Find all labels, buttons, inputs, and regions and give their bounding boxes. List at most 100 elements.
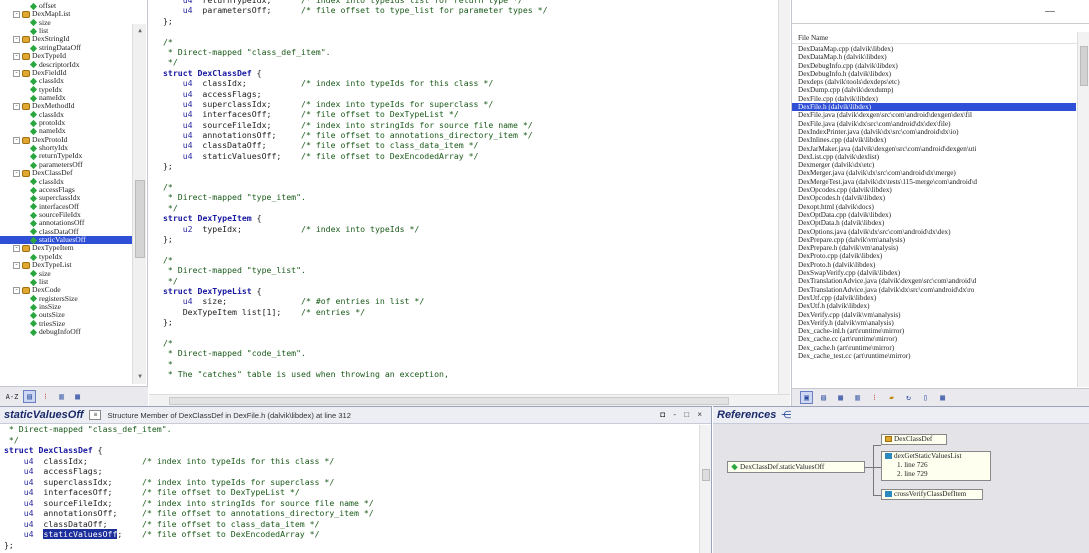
collapse-icon[interactable]: - <box>13 136 20 144</box>
code-line[interactable]: u4 staticValuesOff; /* file offset to De… <box>163 151 773 161</box>
context-code-line[interactable]: struct DexClassDef { <box>4 445 694 456</box>
code-editor[interactable]: u4 returnTypeIdx; /* index into typeIds … <box>149 0 790 406</box>
tree-scroll-thumb[interactable] <box>135 180 145 258</box>
code-line[interactable]: /* <box>163 338 773 348</box>
file-list-item[interactable]: DexVerify.cpp (dalvik\vm\analysis) <box>792 311 1076 319</box>
file-list-item[interactable]: DexOptData.h (dalvik\libdex) <box>792 219 1076 227</box>
file-list-item[interactable]: DexSwapVerify.cpp (dalvik\libdex) <box>792 269 1076 277</box>
file-list-item[interactable]: DexProto.cpp (dalvik\libdex) <box>792 252 1076 260</box>
file-list-item[interactable]: Dex_cache.h (art\runtime\mirror) <box>792 344 1076 352</box>
tree-node-struct[interactable]: - DexClassDef <box>0 169 132 178</box>
code-line[interactable]: u2 typeIdx; /* index into typeIds */ <box>163 224 773 234</box>
tree-node-member[interactable]: list <box>0 277 132 286</box>
context-code-line[interactable]: u4 staticValuesOff; /* file offset to De… <box>4 529 694 540</box>
window-controls[interactable]: ◘ - □ × <box>660 410 705 419</box>
code-line[interactable]: u4 size; /* #of entries in list */ <box>163 296 773 306</box>
project-view-icon[interactable]: ▣ <box>800 391 813 404</box>
code-line[interactable]: u4 parametersOff; /* file offset to type… <box>163 5 773 15</box>
code-line[interactable]: u4 annotationsOff; /* file offset to ann… <box>163 130 773 140</box>
context-code-line[interactable]: * Direct-mapped "class_def_item". <box>4 424 694 435</box>
ref-line-1[interactable]: 1. line 726 <box>885 461 990 470</box>
file-list-item[interactable]: DexDebugInfo.h (dalvik\libdex) <box>792 70 1076 78</box>
file-list-scrollbar[interactable] <box>1077 32 1089 387</box>
tree-node-member[interactable]: classIdx <box>0 77 132 86</box>
file-list-item[interactable]: Dex_cache_test.cc (art\runtime\mirror) <box>792 352 1076 360</box>
window-icon[interactable]: ▦ <box>71 390 84 403</box>
tree-node-member[interactable]: insSize <box>0 302 132 311</box>
code-line[interactable]: * <box>163 359 773 369</box>
refresh-icon[interactable]: ↻ <box>902 391 915 404</box>
context-scrollbar[interactable] <box>699 425 711 553</box>
collapse-icon[interactable]: - <box>13 36 20 44</box>
code-line[interactable]: u4 superclassIdx; /* index into typeIds … <box>163 99 773 109</box>
sort-az-button[interactable]: A-Z <box>4 390 20 403</box>
tree-node-struct[interactable]: - DexTypeItem <box>0 244 132 253</box>
file-list-item[interactable]: DexJarMaker.java (dalvik\dexgen\src\com\… <box>792 145 1076 153</box>
file-list-item[interactable]: DexUtf.cpp (dalvik\libdex) <box>792 294 1076 302</box>
ref-line-2[interactable]: 2. line 729 <box>885 470 990 479</box>
collapse-icon[interactable]: - <box>13 170 20 178</box>
file-list-item[interactable]: DexOptions.java (dalvik\dx\src\com\andro… <box>792 228 1076 236</box>
file-name-column-header[interactable]: File Name <box>792 32 1089 44</box>
file-list-item[interactable]: DexPrepare.h (dalvik\vm\analysis) <box>792 244 1076 252</box>
ref-root-node[interactable]: DexClassDef.staticValuesOff <box>727 461 865 473</box>
code-line[interactable]: * The "catches" table is used when throw… <box>163 369 773 379</box>
minimize-icon[interactable] <box>1045 11 1055 12</box>
file-list-item[interactable]: DexOpcodes.cpp (dalvik\libdex) <box>792 186 1076 194</box>
file-list-item[interactable]: DexInlines.cpp (dalvik\libdex) <box>792 136 1076 144</box>
file-list-item[interactable]: DexDataMap.h (dalvik\libdex) <box>792 53 1076 61</box>
ref-function-node-2[interactable]: crossVerifyClassDefItem <box>881 489 983 500</box>
file-list-item[interactable]: Dexdeps (dalvik\tools\dexdeps\etc) <box>792 78 1076 86</box>
collapse-icon[interactable]: - <box>13 69 20 77</box>
context-code-line[interactable]: }; <box>4 540 694 551</box>
file-scroll-thumb[interactable] <box>1080 46 1088 86</box>
collapse-icon[interactable]: - <box>13 287 20 295</box>
scroll-up-arrow-icon[interactable]: ▲ <box>135 26 145 36</box>
document-icon[interactable]: ▯ <box>919 391 932 404</box>
file-list-item[interactable]: DexVerify.h (dalvik\vm\analysis) <box>792 319 1076 327</box>
code-line[interactable]: /* <box>163 255 773 265</box>
context-code-line[interactable]: u4 sourceFileIdx; /* index into stringId… <box>4 498 694 509</box>
context-code-area[interactable]: * Direct-mapped "class_def_item". */stru… <box>4 424 694 550</box>
code-line[interactable]: /* <box>163 37 773 47</box>
tree-node-member[interactable]: classIdx <box>0 110 132 119</box>
file-list-item[interactable]: DexFile.h (dalvik\libdex) <box>792 103 1076 112</box>
tree-node-struct[interactable]: - DexMethodId <box>0 102 132 111</box>
scroll-down-arrow-icon[interactable]: ▼ <box>135 372 145 382</box>
context-code-line[interactable]: */ <box>4 435 694 446</box>
code-line[interactable] <box>163 172 773 182</box>
file-list-item[interactable]: DexPrepare.cpp (dalvik\vm\analysis) <box>792 236 1076 244</box>
file-list-item[interactable]: DexList.cpp (dalvik\dexlist) <box>792 153 1076 161</box>
code-line[interactable] <box>163 328 773 338</box>
file-list-item[interactable]: DexFile.cpp (dalvik\libdex) <box>792 95 1076 103</box>
tiles-icon[interactable]: ▦ <box>834 391 847 404</box>
code-line[interactable]: u4 sourceFileIdx; /* index into stringId… <box>163 120 773 130</box>
tree-node-member[interactable]: protoIdx <box>0 118 132 127</box>
file-list-item[interactable]: Dexopt.html (dalvik\docs) <box>792 203 1076 211</box>
file-list-item[interactable]: DexTranslationAdvice.java (dalvik\dx\src… <box>792 286 1076 294</box>
code-line[interactable]: u4 classDataOff; /* file offset to class… <box>163 140 773 150</box>
code-line[interactable] <box>163 26 773 36</box>
grid-view-icon[interactable]: ▥ <box>55 390 68 403</box>
code-line[interactable]: }; <box>163 16 773 26</box>
collapse-icon[interactable]: - <box>13 53 20 61</box>
file-list-item[interactable]: DexUtf.h (dalvik\libdex) <box>792 302 1076 310</box>
ref-function-node[interactable]: dexGetStaticValuesList 1. line 726 2. li… <box>881 451 991 481</box>
file-list-item[interactable]: DexMerger.java (dalvik\dx\src\com\androi… <box>792 169 1076 177</box>
folder-icon[interactable]: ▰ <box>885 391 898 404</box>
context-code-line[interactable]: u4 annotationsOff; /* file offset to ann… <box>4 508 694 519</box>
file-list-item[interactable]: Dex_cache-inl.h (art\runtime\mirror) <box>792 327 1076 335</box>
collapse-icon[interactable]: - <box>13 103 20 111</box>
file-list-item[interactable]: DexFile.java (dalvik\dexgen\src\com\andr… <box>792 111 1076 119</box>
code-line[interactable]: }; <box>163 317 773 327</box>
code-line[interactable]: u4 accessFlags; <box>163 89 773 99</box>
code-line[interactable]: DexTypeItem list[1]; /* entries */ <box>163 307 773 317</box>
editor-hscroll-thumb[interactable] <box>169 397 729 405</box>
tree-node-struct[interactable]: - DexMapList <box>0 10 132 19</box>
tree-scrollbar[interactable]: ▲ ▼ <box>132 24 146 384</box>
file-list-item[interactable]: DexDump.cpp (dalvik\dexdump) <box>792 86 1076 94</box>
file-list-item[interactable]: Dexmerger (dalvik\dx\etc) <box>792 161 1076 169</box>
ref-parent-node[interactable]: DexClassDef <box>881 434 947 445</box>
tree-node-member[interactable]: size <box>0 18 132 27</box>
code-line[interactable]: u4 interfacesOff; /* file offset to DexT… <box>163 109 773 119</box>
